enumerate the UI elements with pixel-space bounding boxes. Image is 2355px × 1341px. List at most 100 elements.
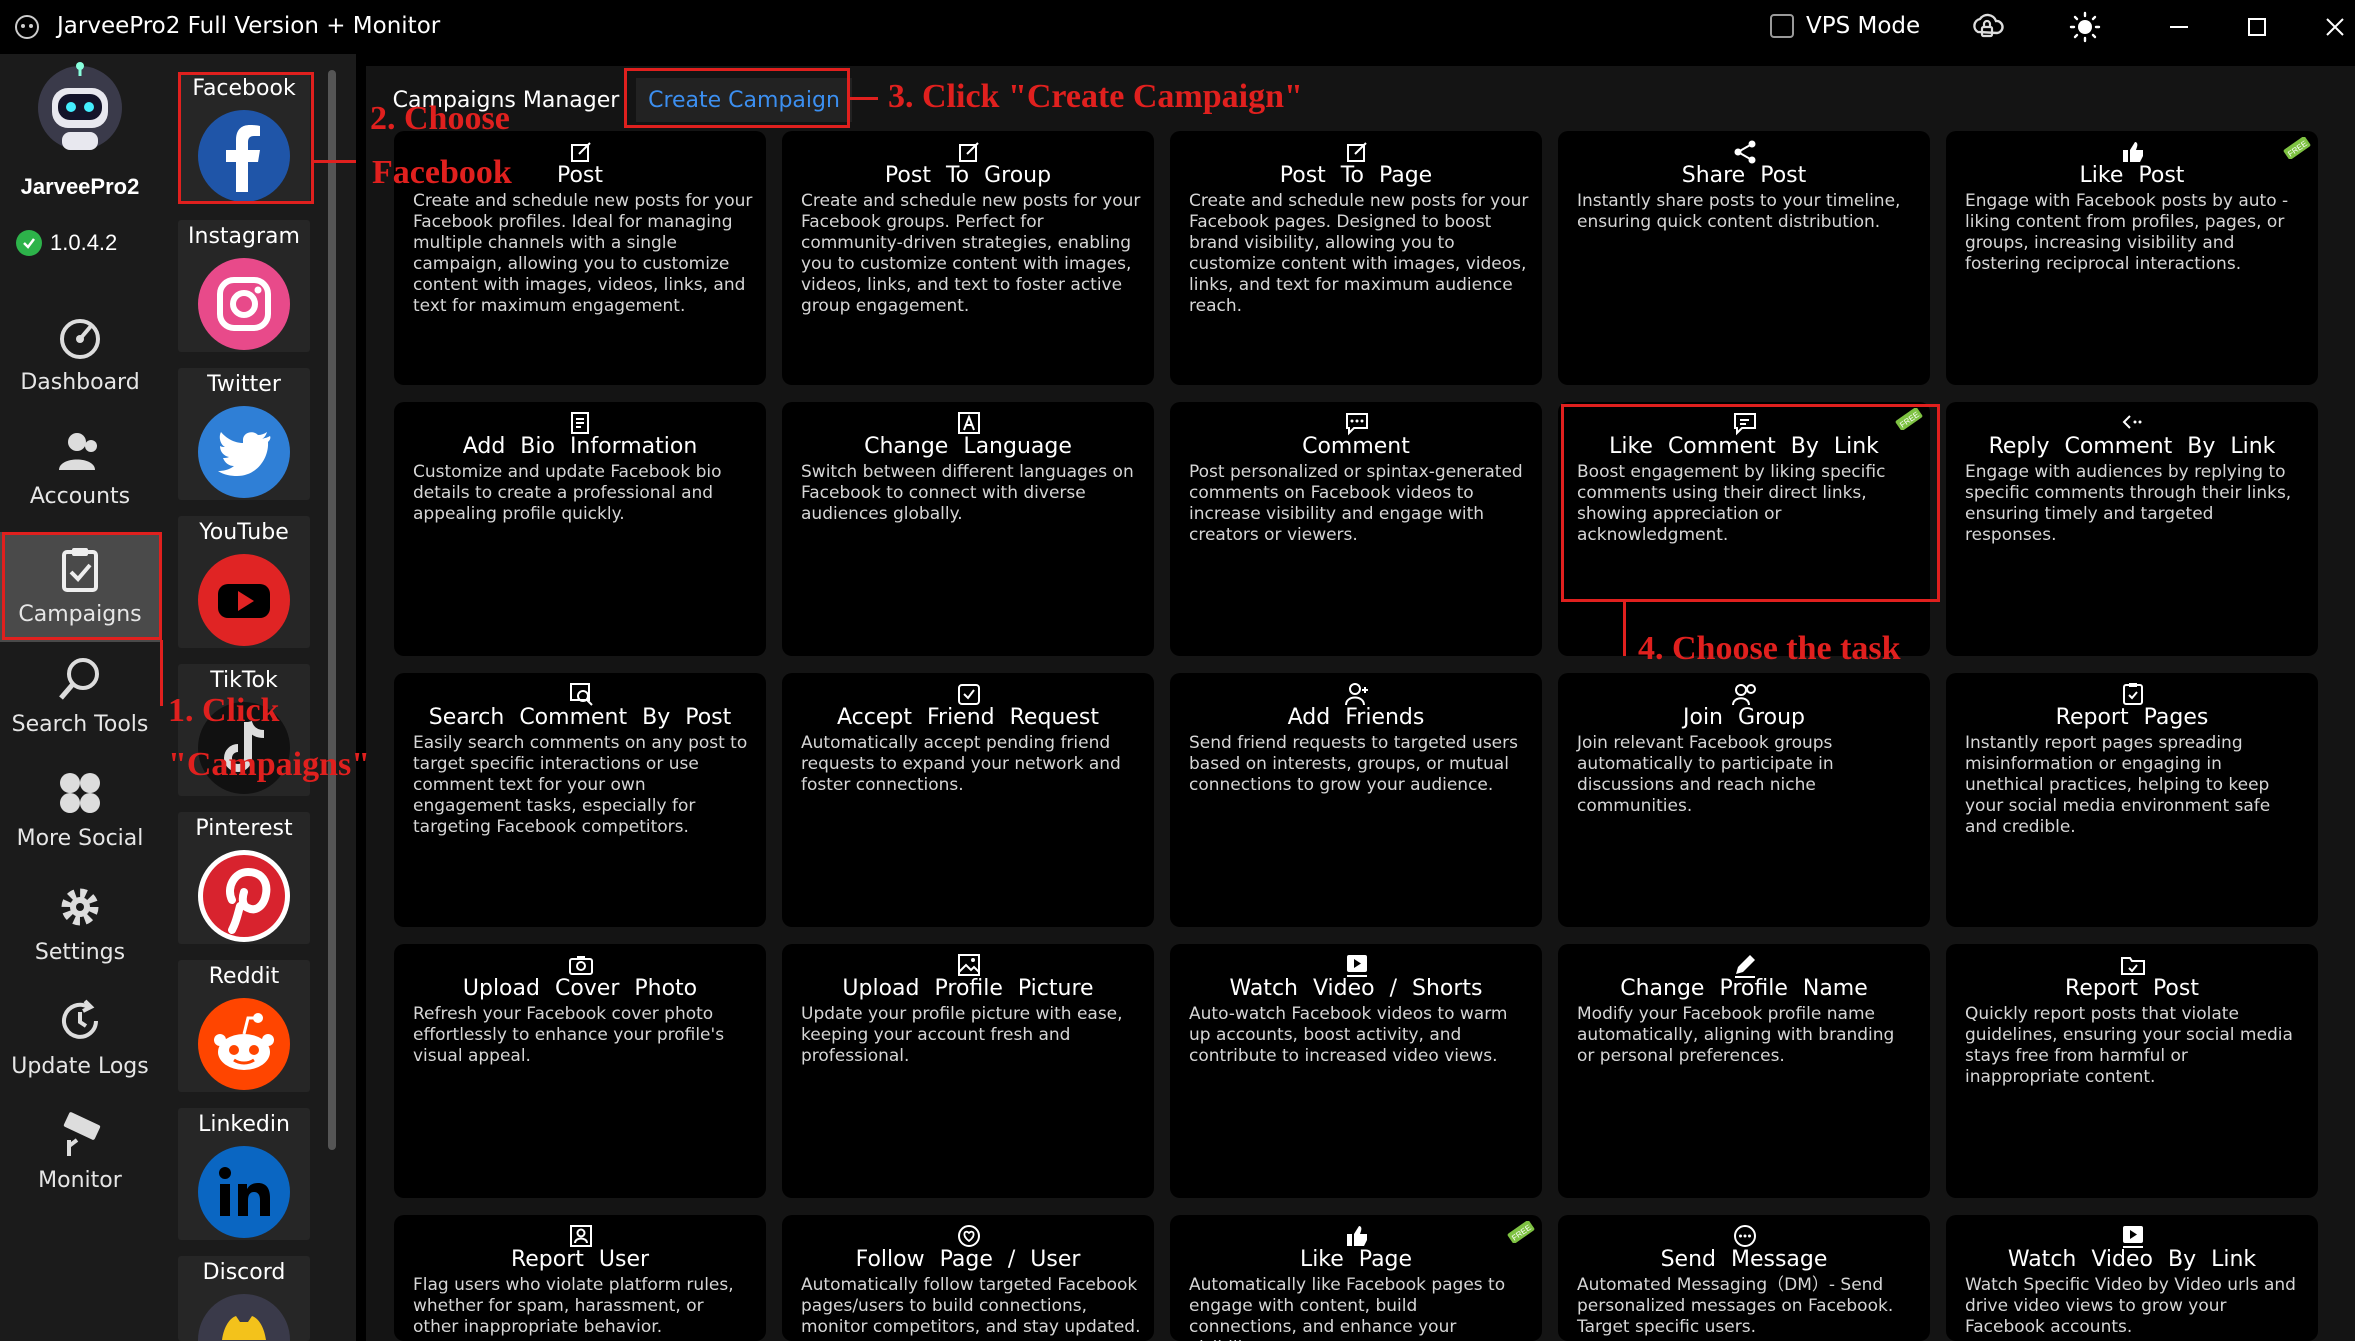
join-group-icon — [1732, 684, 1756, 706]
task-card-like-post[interactable]: Like Post Engage with Facebook posts by a… — [1946, 131, 2318, 385]
task-card-send-message[interactable]: Send Message Automated Messaging（DM）- Sen… — [1558, 1215, 1930, 1341]
task-card-upload-cover-photo[interactable]: Upload Cover Photo Refresh your Facebook … — [394, 944, 766, 1198]
task-card-description: Automatically like Facebook pages to eng… — [1189, 1275, 1506, 1341]
task-card-comment[interactable]: Comment Post personalized or spintax-gene… — [1170, 402, 1542, 656]
task-card-title: Post To Group — [884, 163, 1052, 188]
task-card-add-bio-information[interactable]: Add Bio Information Customize and update … — [394, 402, 766, 656]
nav-search-tools[interactable]: Search Tools — [0, 642, 160, 752]
task-card-description: Watch Specific Video by Video urls and d… — [1965, 1275, 2296, 1337]
task-card-watch-video-by-link[interactable]: Watch Video By Link Watch Specific Video … — [1946, 1215, 2318, 1341]
task-card-description: Modify your Facebook profile name automa… — [1577, 1004, 1895, 1066]
reddit-icon — [198, 998, 290, 1090]
task-card-description: Instantly share posts to your timeline, … — [1577, 191, 1901, 232]
task-card-report-user[interactable]: Report User Flag users who violate platfo… — [394, 1215, 766, 1341]
version-status: 1.0.4.2 — [16, 230, 117, 256]
task-card-title: Follow Page / User — [855, 1247, 1081, 1272]
platform-linkedin-label: Linkedin — [198, 1112, 290, 1137]
task-card-title: Report Pages — [2055, 705, 2209, 730]
nav-update-logs[interactable]: Update Logs — [0, 984, 160, 1094]
task-card-change-language[interactable]: Change Language Switch between different … — [782, 402, 1154, 656]
task-card-title: Comment — [1302, 434, 1410, 459]
task-card-title: Watch Video By Link — [2007, 1247, 2257, 1272]
platform-discord[interactable]: Discord — [178, 1256, 310, 1341]
nav-search-tools-label: Search Tools — [11, 712, 149, 737]
task-card-like-page[interactable]: Like Page Automatically like Facebook pag… — [1170, 1215, 1542, 1341]
task-card-accept-friend-request[interactable]: Accept Friend Request Automatically accep… — [782, 673, 1154, 927]
minimize-icon[interactable] — [2162, 10, 2196, 44]
robot-logo-icon — [38, 62, 122, 150]
task-card-description: Post personalized or spintax-generated c… — [1189, 462, 1523, 545]
annotation-box-campaigns — [2, 532, 162, 640]
discord-icon — [198, 1294, 290, 1341]
task-card-search-comment-by-post[interactable]: Search Comment By Post Easily search comm… — [394, 673, 766, 927]
follow-icon — [958, 1225, 980, 1247]
task-card-change-profile-name[interactable]: Change Profile Name Modify your Facebook … — [1558, 944, 1930, 1198]
task-card-report-post[interactable]: Report Post Quickly report posts that vio… — [1946, 944, 2318, 1198]
pen-icon — [1735, 955, 1755, 978]
task-card-upload-profile-picture[interactable]: Upload Profile Picture Update your profil… — [782, 944, 1154, 1198]
task-card-join-group[interactable]: Join Group Join relevant Facebook groups … — [1558, 673, 1930, 927]
vps-mode-toggle[interactable]: VPS Mode — [1770, 13, 1920, 39]
task-card-title: Change Language — [864, 434, 1072, 459]
task-card-title: Send Message — [1660, 1247, 1828, 1272]
task-card-share-post[interactable]: Share Post Instantly share posts to your … — [1558, 131, 1930, 385]
task-card-watch-video-shorts[interactable]: Watch Video / Shorts Auto-watch Facebook … — [1170, 944, 1542, 1198]
task-card-report-pages[interactable]: Report Pages Instantly report pages sprea… — [1946, 673, 2318, 927]
task-card-title: Share Post — [1681, 163, 1807, 188]
platform-pinterest[interactable]: Pinterest — [178, 812, 310, 944]
annotation-step2-line1: 2. Choose — [370, 100, 510, 137]
close-icon[interactable] — [2318, 10, 2352, 44]
task-card-title: Accept Friend Request — [837, 705, 1099, 730]
check-icon — [16, 230, 42, 256]
more-social-icon — [60, 773, 100, 813]
annotation-box-create-campaign — [624, 68, 850, 128]
update-logs-icon — [62, 999, 98, 1039]
gear-icon — [61, 888, 99, 926]
free-badge-icon: FREE — [1507, 1221, 1535, 1243]
task-card-description: Flag users who violate platform rules, w… — [413, 1275, 734, 1337]
task-card-description: Instantly report pages spreading misinfo… — [1965, 733, 2271, 837]
task-card-description: Automatically accept pending friend requ… — [801, 733, 1121, 795]
task-card-description: Engage with Facebook posts by auto -liki… — [1965, 191, 2289, 274]
free-badge-icon: FREE — [2283, 137, 2311, 159]
task-card-title: Upload Cover Photo — [462, 976, 698, 1001]
nav-monitor[interactable]: Monitor — [0, 1098, 160, 1208]
theme-sun-icon[interactable] — [2068, 10, 2102, 44]
cloud-lock-icon[interactable] — [1970, 10, 2004, 44]
annotation-step2-line2: Facebook — [372, 154, 512, 191]
nav-dashboard[interactable]: Dashboard — [0, 300, 160, 410]
platform-twitter[interactable]: Twitter — [178, 368, 310, 500]
task-card-follow-page-user[interactable]: Follow Page / User Automatically follow t… — [782, 1215, 1154, 1341]
task-card-description: Auto-watch Facebook videos to warm up ac… — [1189, 1004, 1508, 1066]
vps-mode-checkbox[interactable] — [1770, 14, 1794, 38]
vps-mode-label: VPS Mode — [1806, 13, 1921, 39]
search-comment-icon — [570, 683, 593, 706]
platform-reddit[interactable]: Reddit — [178, 960, 310, 1092]
nav-settings[interactable]: Settings — [0, 870, 160, 980]
nav-settings-label: Settings — [34, 940, 126, 965]
task-card-description: Automated Messaging（DM）- Send personaliz… — [1577, 1275, 1894, 1337]
task-card-title: Add Bio Information — [462, 434, 698, 459]
task-card-post-to-page[interactable]: Post To Page Create and schedule new post… — [1170, 131, 1542, 385]
edit-icon — [571, 142, 591, 162]
nav-accounts[interactable]: Accounts — [0, 414, 160, 524]
platform-linkedin[interactable]: Linkedin — [178, 1108, 310, 1240]
nav-dashboard-label: Dashboard — [20, 370, 140, 395]
report-icon — [2123, 683, 2143, 705]
task-card-post-to-group[interactable]: Post To Group Create and schedule new pos… — [782, 131, 1154, 385]
bio-icon — [571, 412, 589, 434]
social-list-scrollbar[interactable] — [328, 70, 336, 1150]
task-card-reply-comment-by-link[interactable]: Reply Comment By Link Engage with audienc… — [1946, 402, 2318, 656]
window-title: JarveePro2 Full Version + Monitor — [57, 13, 441, 39]
platform-instagram[interactable]: Instagram — [178, 220, 310, 352]
maximize-icon[interactable] — [2240, 10, 2274, 44]
task-card-description: Create and schedule new posts for your F… — [801, 191, 1141, 316]
camera-icon — [569, 956, 593, 975]
task-card-add-friends[interactable]: Add Friends Send friend requests to targe… — [1170, 673, 1542, 927]
annotation-step1-line2: "Campaigns" — [168, 746, 371, 783]
task-card-title: Add Friends — [1287, 705, 1425, 730]
comment-icon — [1346, 413, 1368, 436]
nav-more-social[interactable]: More Social — [0, 756, 160, 866]
platform-tiktok-label: TikTok — [210, 668, 278, 693]
platform-youtube[interactable]: YouTube — [178, 516, 310, 648]
